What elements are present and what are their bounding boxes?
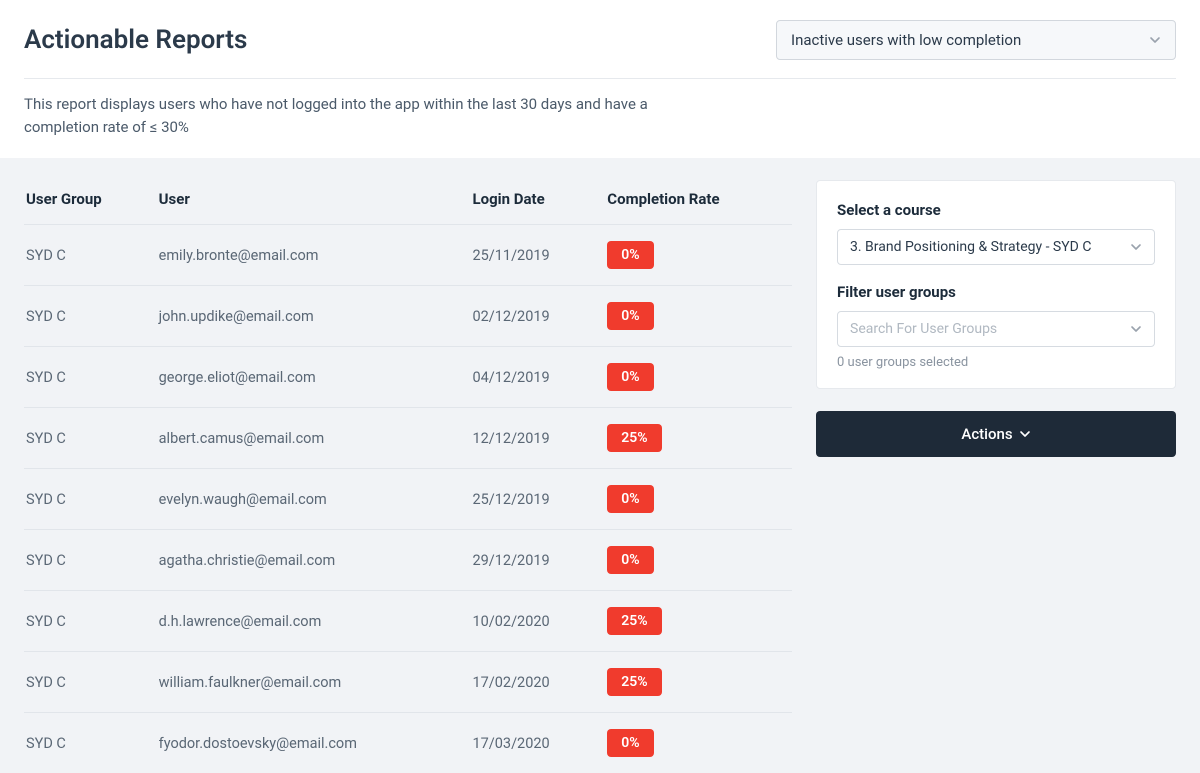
cell-user-group: SYD C <box>24 286 157 347</box>
filters-card: Select a course 3. Brand Positioning & S… <box>816 180 1176 389</box>
table-row[interactable]: SYD Cgeorge.eliot@email.com04/12/20190% <box>24 347 792 408</box>
cell-user: john.updike@email.com <box>157 286 471 347</box>
cell-user: evelyn.waugh@email.com <box>157 469 471 530</box>
cell-login-date: 10/02/2020 <box>471 591 606 652</box>
completion-badge: 0% <box>607 729 653 757</box>
cell-login-date: 17/03/2020 <box>471 713 606 773</box>
completion-badge: 0% <box>607 241 653 269</box>
cell-login-date: 02/12/2019 <box>471 286 606 347</box>
cell-login-date: 25/12/2019 <box>471 469 606 530</box>
table-row[interactable]: SYD Cagatha.christie@email.com29/12/2019… <box>24 530 792 591</box>
report-table: User Group User Login Date Completion Ra… <box>24 180 792 773</box>
completion-badge: 25% <box>607 668 661 696</box>
cell-user-group: SYD C <box>24 347 157 408</box>
table-row[interactable]: SYD Cd.h.lawrence@email.com10/02/202025% <box>24 591 792 652</box>
completion-badge: 0% <box>607 485 653 513</box>
completion-badge: 0% <box>607 302 653 330</box>
cell-completion: 0% <box>605 225 792 286</box>
page-title: Actionable Reports <box>24 25 247 55</box>
report-type-select[interactable]: Inactive users with low completion <box>776 20 1176 60</box>
cell-completion: 0% <box>605 286 792 347</box>
divider <box>24 78 1176 79</box>
completion-badge: 25% <box>607 607 661 635</box>
cell-login-date: 04/12/2019 <box>471 347 606 408</box>
cell-completion: 25% <box>605 591 792 652</box>
chevron-down-icon <box>1130 241 1142 253</box>
chevron-down-icon <box>1130 323 1142 335</box>
cell-login-date: 17/02/2020 <box>471 652 606 713</box>
cell-completion: 0% <box>605 469 792 530</box>
completion-badge: 25% <box>607 424 661 452</box>
cell-completion: 0% <box>605 347 792 408</box>
cell-user: fyodor.dostoevsky@email.com <box>157 713 471 773</box>
cell-user-group: SYD C <box>24 591 157 652</box>
cell-login-date: 25/11/2019 <box>471 225 606 286</box>
cell-user: george.eliot@email.com <box>157 347 471 408</box>
report-type-value: Inactive users with low completion <box>791 31 1021 49</box>
table-row[interactable]: SYD Calbert.camus@email.com12/12/201925% <box>24 408 792 469</box>
course-label: Select a course <box>837 201 1155 219</box>
completion-badge: 0% <box>607 546 653 574</box>
completion-badge: 0% <box>607 363 653 391</box>
report-description: This report displays users who have not … <box>24 93 684 138</box>
cell-completion: 0% <box>605 713 792 773</box>
cell-user: william.faulkner@email.com <box>157 652 471 713</box>
cell-completion: 25% <box>605 652 792 713</box>
cell-user: emily.bronte@email.com <box>157 225 471 286</box>
table-row[interactable]: SYD Cwilliam.faulkner@email.com17/02/202… <box>24 652 792 713</box>
cell-user-group: SYD C <box>24 408 157 469</box>
course-value: 3. Brand Positioning & Strategy - SYD C <box>850 239 1091 255</box>
cell-user: agatha.christie@email.com <box>157 530 471 591</box>
cell-user-group: SYD C <box>24 652 157 713</box>
cell-user: d.h.lawrence@email.com <box>157 591 471 652</box>
cell-completion: 0% <box>605 530 792 591</box>
table-row[interactable]: SYD Cemily.bronte@email.com25/11/20190% <box>24 225 792 286</box>
user-groups-helper: 0 user groups selected <box>837 355 1155 370</box>
cell-completion: 25% <box>605 408 792 469</box>
chevron-down-icon <box>1019 428 1031 440</box>
table-row[interactable]: SYD Cjohn.updike@email.com02/12/20190% <box>24 286 792 347</box>
table-row[interactable]: SYD Cfyodor.dostoevsky@email.com17/03/20… <box>24 713 792 773</box>
col-login-date[interactable]: Login Date <box>471 180 606 225</box>
user-groups-placeholder: Search For User Groups <box>850 321 997 337</box>
actions-button[interactable]: Actions <box>816 411 1176 457</box>
user-groups-select[interactable]: Search For User Groups <box>837 311 1155 347</box>
cell-user-group: SYD C <box>24 225 157 286</box>
cell-user: albert.camus@email.com <box>157 408 471 469</box>
cell-login-date: 29/12/2019 <box>471 530 606 591</box>
cell-login-date: 12/12/2019 <box>471 408 606 469</box>
col-completion-rate[interactable]: Completion Rate <box>605 180 792 225</box>
cell-user-group: SYD C <box>24 713 157 773</box>
col-user[interactable]: User <box>157 180 471 225</box>
groups-label: Filter user groups <box>837 283 1155 301</box>
table-row[interactable]: SYD Cevelyn.waugh@email.com25/12/20190% <box>24 469 792 530</box>
actions-label: Actions <box>961 425 1012 443</box>
course-select[interactable]: 3. Brand Positioning & Strategy - SYD C <box>837 229 1155 265</box>
cell-user-group: SYD C <box>24 469 157 530</box>
chevron-down-icon <box>1149 34 1161 46</box>
col-user-group[interactable]: User Group <box>24 180 157 225</box>
cell-user-group: SYD C <box>24 530 157 591</box>
